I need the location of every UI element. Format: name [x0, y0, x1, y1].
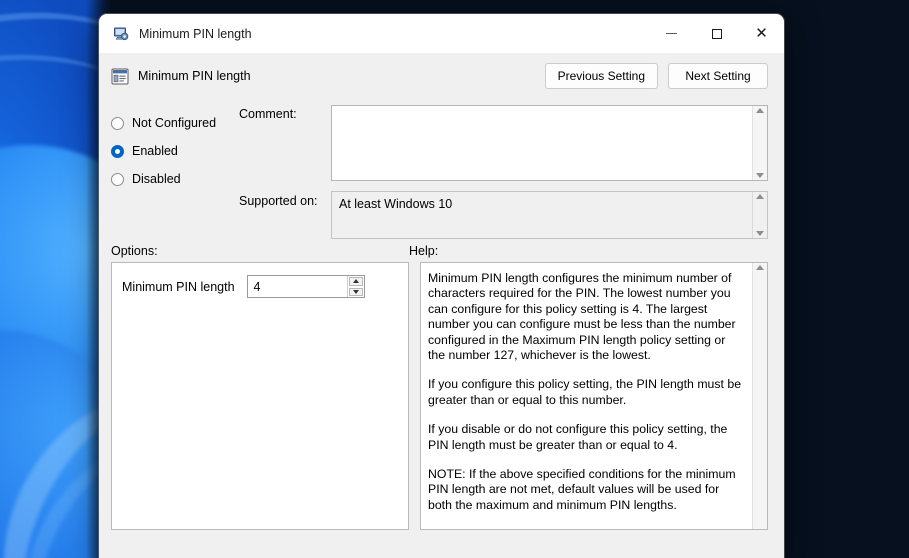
close-icon: ✕ — [755, 26, 768, 41]
supported-on-scrollbar[interactable] — [752, 192, 767, 238]
radio-disabled[interactable]: Disabled — [111, 165, 229, 193]
policy-state-radio-group: Not Configured Enabled Disabled — [111, 105, 229, 234]
radio-enabled[interactable]: Enabled — [111, 137, 229, 165]
help-pane: Minimum PIN length configures the minimu… — [420, 262, 768, 530]
state-and-metadata-area: Not Configured Enabled Disabled Comment: — [99, 99, 784, 234]
previous-setting-button[interactable]: Previous Setting — [545, 63, 658, 89]
radio-not-configured[interactable]: Not Configured — [111, 109, 229, 137]
scroll-up-icon[interactable] — [756, 194, 764, 199]
title-bar: Minimum PIN length ✕ — [99, 14, 784, 53]
radio-disabled-label: Disabled — [132, 172, 181, 186]
options-label: Options: — [111, 244, 409, 258]
chevron-up-icon — [353, 279, 359, 283]
stepper-increment-button[interactable] — [349, 277, 363, 286]
radio-disabled-indicator — [111, 173, 124, 186]
minimum-pin-length-label: Minimum PIN length — [122, 280, 235, 294]
radio-not-configured-label: Not Configured — [132, 116, 216, 130]
desktop-background: Minimum PIN length ✕ — [0, 0, 909, 558]
policy-name: Minimum PIN length — [138, 69, 251, 83]
close-button[interactable]: ✕ — [739, 14, 784, 53]
content-panes: Minimum PIN length 4 — [99, 262, 784, 530]
minimum-pin-length-stepper[interactable]: 4 — [247, 275, 365, 298]
help-scrollbar[interactable] — [752, 263, 767, 529]
chevron-down-icon — [353, 290, 359, 294]
policy-setting-icon — [111, 68, 129, 85]
stepper-buttons — [347, 276, 364, 297]
title-bar-left: Minimum PIN length — [99, 26, 649, 42]
supported-on-label: Supported on: — [239, 181, 331, 239]
help-text: Minimum PIN length configures the minimu… — [421, 263, 752, 529]
scroll-down-icon[interactable] — [756, 173, 764, 178]
options-pane: Minimum PIN length 4 — [111, 262, 409, 530]
comment-input[interactable] — [331, 105, 768, 181]
scroll-up-icon[interactable] — [756, 265, 764, 270]
help-label: Help: — [409, 244, 438, 258]
policy-setting-dialog: Minimum PIN length ✕ — [99, 14, 784, 558]
help-paragraph-4: NOTE: If the above specified conditions … — [428, 467, 742, 513]
stepper-decrement-button[interactable] — [349, 288, 363, 297]
metadata-fields: Comment: Supported on: At least Windows … — [229, 105, 768, 234]
maximize-icon — [712, 29, 722, 39]
help-paragraph-3: If you disable or do not configure this … — [428, 422, 742, 453]
comment-value — [332, 106, 752, 180]
comment-scrollbar[interactable] — [752, 106, 767, 180]
next-setting-button[interactable]: Next Setting — [668, 63, 768, 89]
window-title: Minimum PIN length — [139, 27, 252, 41]
supported-on-value: At least Windows 10 — [332, 192, 752, 238]
minimize-icon — [666, 33, 677, 34]
supported-on-field: At least Windows 10 — [331, 191, 768, 239]
help-paragraph-1: Minimum PIN length configures the minimu… — [428, 271, 742, 363]
navigation-buttons: Previous Setting Next Setting — [545, 63, 768, 89]
computer-policy-icon — [113, 26, 129, 42]
scroll-down-icon[interactable] — [756, 231, 764, 236]
radio-enabled-label: Enabled — [132, 144, 178, 158]
help-paragraph-2: If you configure this policy setting, th… — [428, 377, 742, 408]
window-controls: ✕ — [649, 14, 784, 53]
scroll-up-icon[interactable] — [756, 108, 764, 113]
radio-enabled-indicator — [111, 145, 124, 158]
comment-row: Comment: — [239, 105, 768, 181]
policy-header: Minimum PIN length Previous Setting Next… — [99, 53, 784, 99]
minimize-button[interactable] — [649, 14, 694, 53]
comment-label: Comment: — [239, 105, 331, 181]
minimum-pin-length-option: Minimum PIN length 4 — [122, 275, 398, 298]
maximize-button[interactable] — [694, 14, 739, 53]
supported-on-row: Supported on: At least Windows 10 — [239, 181, 768, 239]
radio-not-configured-indicator — [111, 117, 124, 130]
minimum-pin-length-value[interactable]: 4 — [248, 276, 347, 297]
